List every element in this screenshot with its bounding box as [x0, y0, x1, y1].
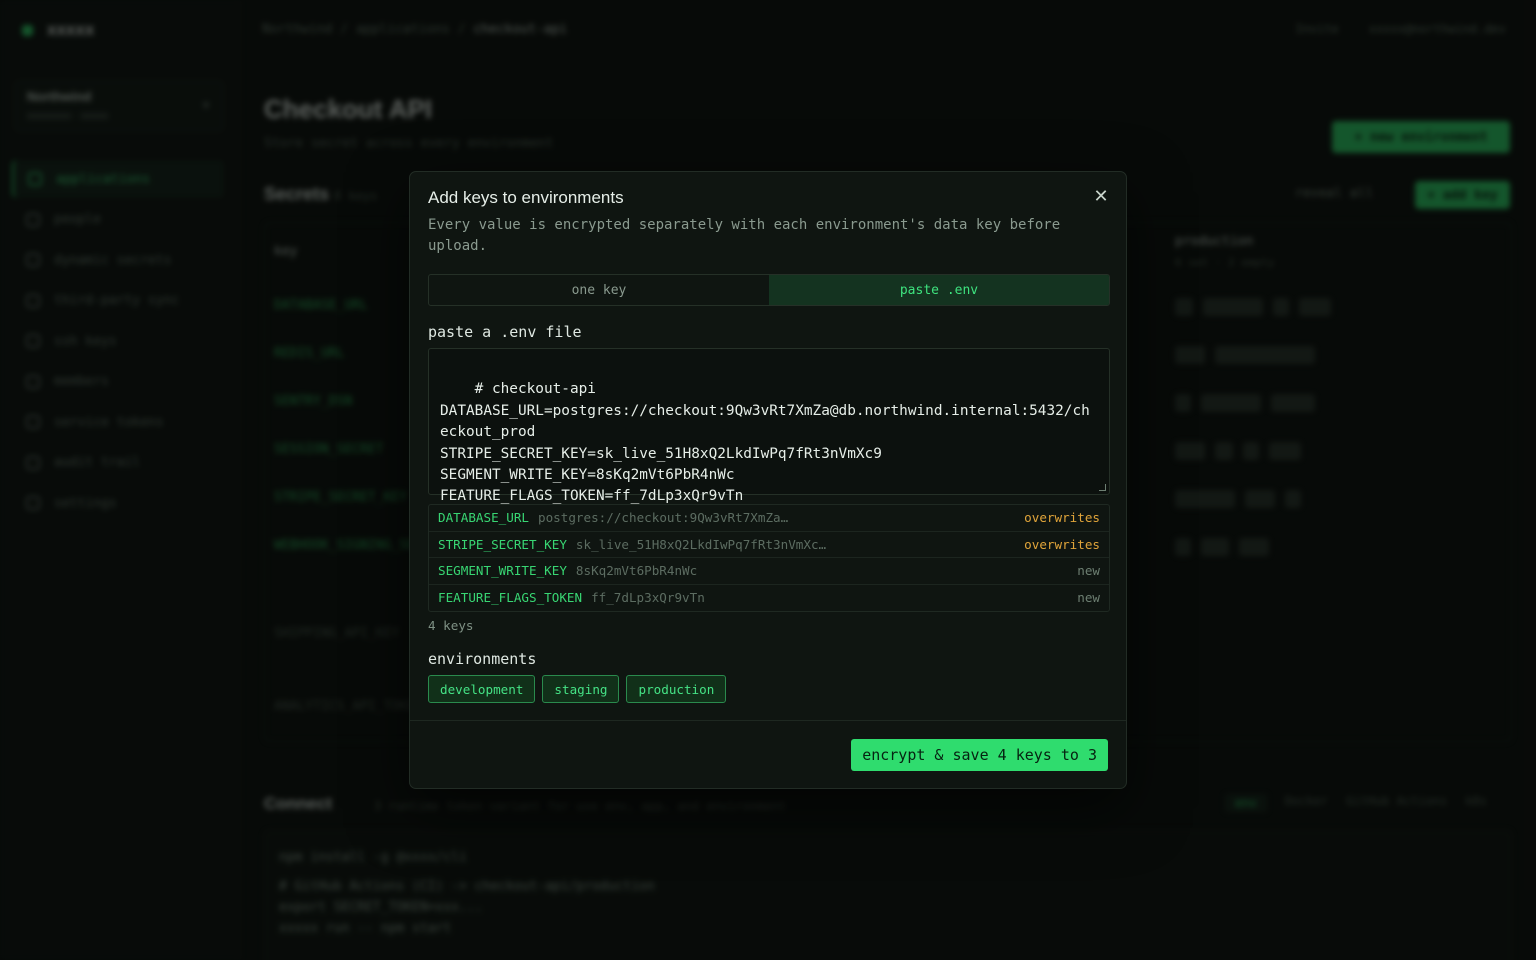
- env-text: # checkout-api DATABASE_URL=postgres://c…: [440, 381, 1090, 505]
- close-icon[interactable]: ✕: [1090, 186, 1112, 208]
- paste-label: paste a .env file: [428, 323, 582, 341]
- status-badge: new: [1077, 563, 1100, 579]
- env-chip-staging[interactable]: staging: [542, 675, 620, 703]
- parsed-key-name: SEGMENT_WRITE_KEY: [438, 563, 567, 579]
- env-chip-development[interactable]: development: [428, 675, 536, 703]
- modal-title: Add keys to environments: [428, 188, 624, 207]
- status-badge: new: [1077, 590, 1100, 606]
- tab-one-key[interactable]: one key: [429, 275, 769, 305]
- environment-chips: development staging production: [428, 675, 727, 703]
- key-count: 4 keys: [428, 618, 474, 633]
- list-item: STRIPE_SECRET_KEY sk_live_51H8xQ2LkdIwPq…: [429, 532, 1109, 558]
- parsed-key-name: FEATURE_FLAGS_TOKEN: [438, 590, 583, 606]
- parsed-key-value: 8sKq2mVt6PbR4nWc: [575, 563, 698, 579]
- resize-handle-icon[interactable]: [1099, 484, 1106, 491]
- parsed-key-value: sk_live_51H8xQ2LkdIwPq7fRt3nVmXc…: [575, 536, 827, 552]
- tab-paste-env[interactable]: paste .env: [769, 275, 1109, 305]
- modal-footer-divider: [410, 720, 1126, 721]
- list-item: SEGMENT_WRITE_KEY 8sKq2mVt6PbR4nWc new: [429, 558, 1109, 585]
- env-textarea[interactable]: # checkout-api DATABASE_URL=postgres://c…: [428, 348, 1110, 504]
- parsed-key-value: ff_7dLp3xQr9vTn: [591, 590, 705, 606]
- list-item: DATABASE_URL postgres://checkout:9Qw3vRt…: [429, 505, 1109, 532]
- parsed-key-name: DATABASE_URL: [438, 510, 529, 526]
- env-chip-production[interactable]: production: [626, 675, 727, 703]
- parsed-key-value: postgres://checkout:9Qw3vRt7XmZa…: [538, 510, 789, 526]
- modal-description: Every value is encrypted separately with…: [428, 217, 1061, 254]
- encrypt-save-button[interactable]: encrypt & save 4 keys to 3: [851, 739, 1108, 771]
- add-keys-modal: Add keys to environments ✕ Every value i…: [409, 171, 1127, 789]
- status-badge: overwrites: [1024, 536, 1100, 552]
- parsed-key-name: STRIPE_SECRET_KEY: [438, 536, 567, 552]
- parsed-keys-list: DATABASE_URL postgres://checkout:9Qw3vRt…: [428, 504, 1110, 612]
- status-badge: overwrites: [1024, 510, 1100, 526]
- input-mode-tabs: one key paste .env: [428, 274, 1110, 306]
- list-item: FEATURE_FLAGS_TOKEN ff_7dLp3xQr9vTn new: [429, 585, 1109, 612]
- environments-label: environments: [428, 650, 537, 668]
